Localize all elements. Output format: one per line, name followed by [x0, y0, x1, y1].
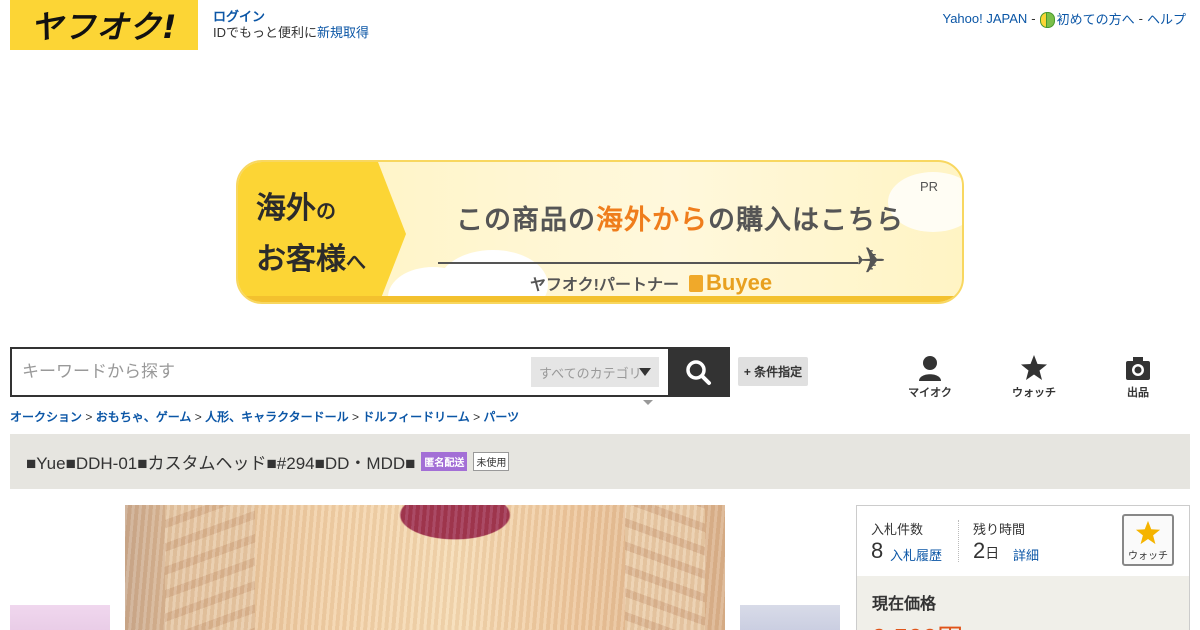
expand-arrow-icon[interactable] [643, 400, 653, 405]
breadcrumb-item[interactable]: ドルフィードリーム [362, 410, 469, 424]
breadcrumb-item[interactable]: おもちゃ、ゲーム [96, 410, 192, 424]
anonymous-shipping-badge: 匿名配送 [421, 452, 468, 471]
search-button[interactable] [668, 349, 728, 395]
my-auction-nav[interactable]: マイオク [895, 354, 965, 400]
flight-line [438, 262, 858, 264]
stats-divider [958, 520, 959, 562]
time-left-label: 残り時間 [973, 522, 1026, 537]
help-link[interactable]: ヘルプ [1147, 9, 1186, 28]
banner-partner: ヤフオク!パートナー Buyee [530, 270, 773, 296]
search-input[interactable] [22, 349, 522, 395]
search-bar: すべてのカテゴリ [10, 347, 730, 397]
breadcrumb-item[interactable]: パーツ [483, 410, 519, 424]
bid-history-link[interactable]: 入札履歴 [890, 545, 942, 564]
watch-button[interactable]: ウォッチ [1122, 514, 1174, 566]
link-separator: - [1138, 11, 1143, 26]
bids-count: 8 [871, 538, 884, 563]
item-title: ■Yue■DDH-01■カスタムヘッド■#294■DD・MDD■ [26, 454, 416, 473]
watch-nav[interactable]: ウォッチ [999, 354, 1069, 400]
current-price-label: 現在価格 [872, 596, 937, 613]
beginner-leaf-icon [1039, 11, 1055, 28]
chevron-down-icon [639, 368, 651, 376]
current-price-box: 現在価格 9,500円 [857, 576, 1189, 630]
breadcrumb-item[interactable]: オークション [10, 410, 82, 424]
breadcrumb: オークション > おもちゃ、ゲーム > 人形、キャラクタードール > ドルフィー… [10, 410, 520, 424]
user-icon [919, 356, 941, 381]
pr-label: PR [919, 179, 938, 194]
buyee-logo: Buyee [689, 270, 772, 296]
register-link[interactable]: 新規取得 [317, 25, 369, 40]
banner-left-text: 海外の お客様へ [256, 192, 366, 276]
beginners-link[interactable]: 初めての方へ [1057, 9, 1135, 28]
search-icon [686, 360, 711, 385]
yahuoku-logo[interactable]: ヤフオク! [10, 0, 198, 50]
star-icon [1021, 355, 1047, 380]
bids-label: 入札件数 [871, 522, 924, 537]
prev-image-thumbnail[interactable] [10, 605, 110, 630]
banner-bottom-edge [238, 296, 962, 302]
time-left-value: 2日 [973, 538, 1000, 563]
shopping-bag-icon [689, 274, 704, 292]
login-link[interactable]: ログイン [213, 9, 369, 25]
conditions-button[interactable]: + 条件指定 [738, 357, 808, 386]
banner-headline: この商品の海外からの購入はこちら [456, 205, 904, 235]
bid-stats: 入札件数 8 入札履歴 残り時間 2日 詳細 ウォッチ [857, 506, 1189, 576]
login-box: ログイン IDでもっと便利に新規取得 [213, 9, 369, 41]
camera-icon [1126, 357, 1150, 380]
buyee-banner[interactable]: 海外の お客様へ PR この商品の海外からの購入はこちら ✈ ヤフオク!パートナ… [236, 160, 964, 304]
category-select[interactable]: すべてのカテゴリ [531, 357, 659, 387]
yahoo-japan-link[interactable]: Yahoo! JAPAN [942, 11, 1027, 26]
login-sub-text: IDでもっと便利に [213, 25, 318, 40]
current-price-value: 9,500円 [872, 618, 963, 630]
main-product-image[interactable] [125, 505, 725, 630]
top-links: Yahoo! JAPAN - 初めての方へ - ヘルプ [942, 9, 1186, 28]
hair-texture [125, 505, 725, 630]
bid-panel: 入札件数 8 入札履歴 残り時間 2日 詳細 ウォッチ 現在価格 9,500円 [856, 505, 1190, 630]
breadcrumb-item[interactable]: 人形、キャラクタードール [205, 410, 349, 424]
sell-nav[interactable]: 出品 [1103, 354, 1173, 400]
time-detail-link[interactable]: 詳細 [1013, 545, 1039, 564]
next-image-thumbnail[interactable] [740, 605, 840, 630]
item-title-bar: ■Yue■DDH-01■カスタムヘッド■#294■DD・MDD■ 匿名配送 未使… [10, 434, 1190, 489]
star-icon [1135, 520, 1161, 545]
link-separator: - [1031, 11, 1036, 26]
airplane-icon: ✈ [856, 240, 887, 281]
logo-text: ヤフオク! [30, 8, 178, 46]
condition-badge: 未使用 [473, 452, 510, 471]
